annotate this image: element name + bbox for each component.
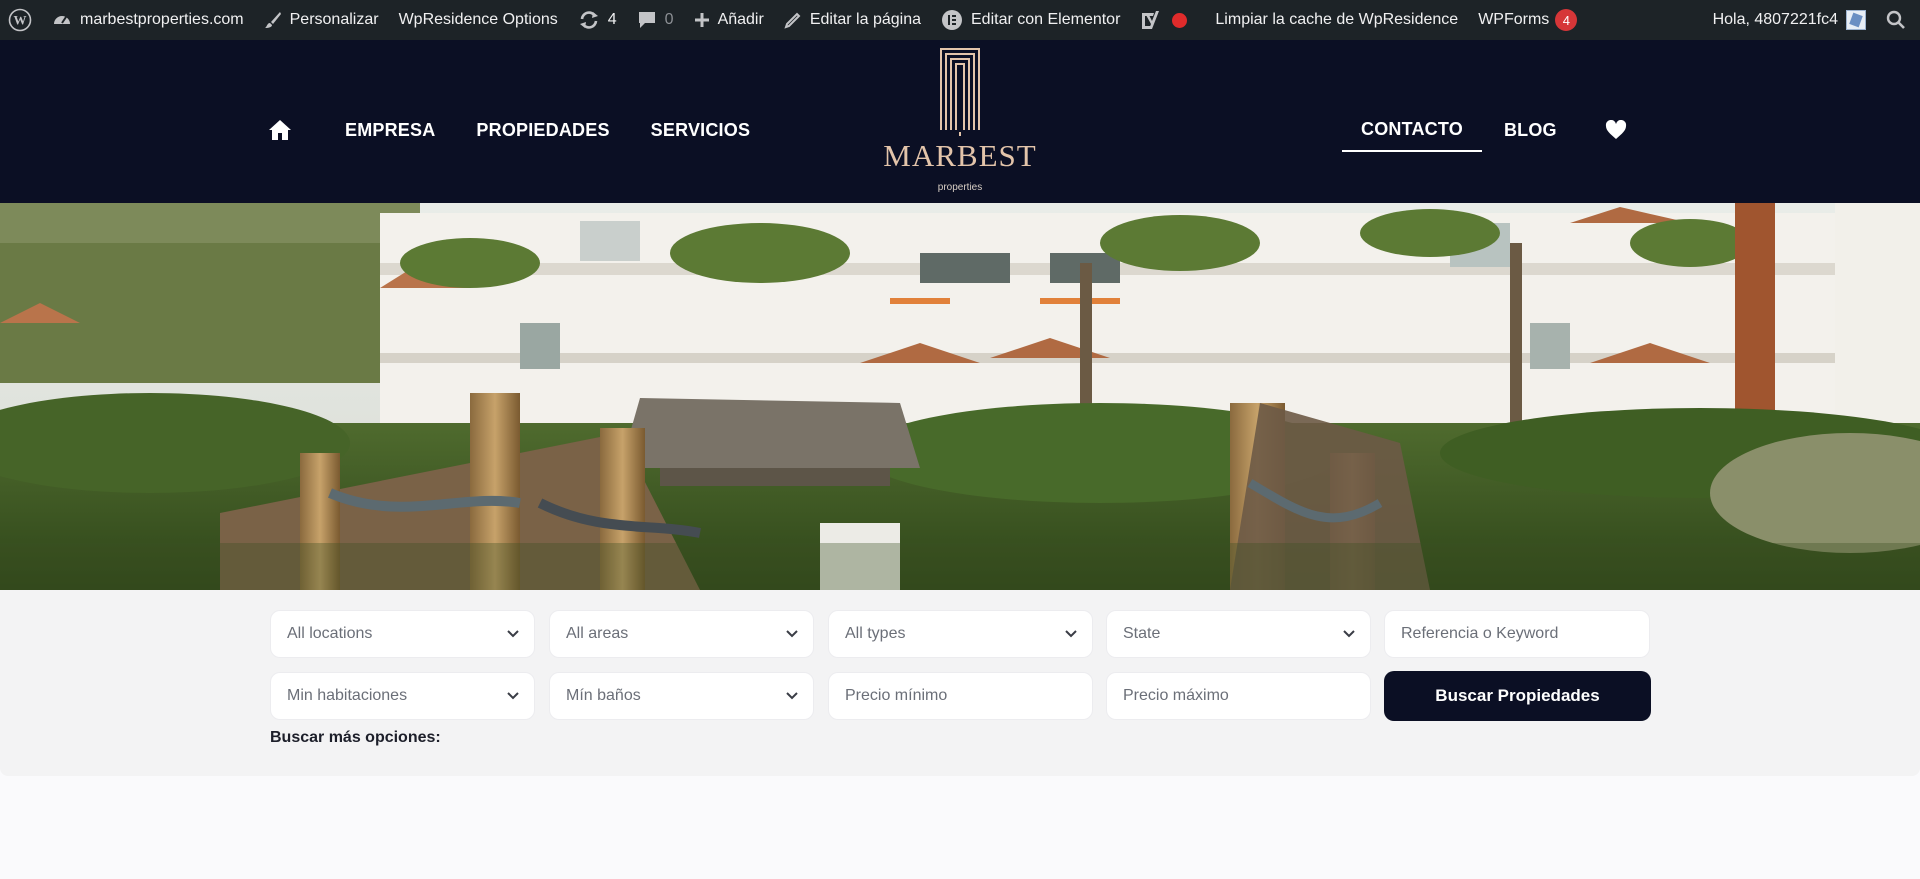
search-icon [1886,10,1906,30]
chevron-down-icon [1342,627,1356,646]
site-name: marbestproperties.com [80,11,244,28]
site-name-link[interactable]: marbestproperties.com [42,0,254,40]
property-search: All locations All areas All types State … [0,590,1920,776]
wpresidence-options-link[interactable]: WpResidence Options [389,0,568,40]
search-properties-button[interactable]: Buscar Propiedades [1384,671,1651,721]
min-price-input[interactable]: Precio mínimo [828,672,1093,720]
nav-blog[interactable]: BLOG [1504,108,1557,152]
more-options-link[interactable]: Buscar más opciones: [270,729,441,747]
chevron-down-icon [506,689,520,708]
add-new-link[interactable]: Añadir [684,0,774,40]
keyword-placeholder: Referencia o Keyword [1401,625,1559,642]
types-select[interactable]: All types [828,610,1093,658]
nav-contacto[interactable]: CONTACTO [1342,108,1482,152]
yoast-icon [1140,10,1160,30]
updates-count: 4 [607,11,617,28]
state-select[interactable]: State [1106,610,1371,658]
locations-value: All locations [287,625,373,642]
main-nav-right: CONTACTO BLOG [1342,108,1920,152]
seo-status-dot [1172,12,1188,28]
areas-value: All areas [566,625,629,642]
nav-empresa[interactable]: EMPRESA [345,108,435,152]
baths-value: Mín baños [566,687,641,704]
elementor-icon [941,9,963,31]
logo-mark-icon [940,48,980,136]
paintbrush-icon [264,11,282,29]
my-account-link[interactable]: Hola, 4807221fc4 [1703,0,1876,40]
locations-select[interactable]: All locations [270,610,535,658]
add-new-label: Añadir [717,11,764,28]
state-value: State [1123,625,1161,642]
wpforms-label: WPForms [1478,11,1550,28]
updates-link[interactable]: 4 [568,0,627,40]
greeting: Hola, 4807221fc4 [1712,11,1838,28]
favorites-heart-icon[interactable] [1605,108,1627,152]
clear-cache-link[interactable]: Limpiar la cache de WpResidence [1197,0,1468,40]
dashboard-icon [52,10,72,30]
main-nav-left: EMPRESA PROPIEDADES SERVICIOS [268,108,791,152]
chevron-down-icon [1064,627,1078,646]
hero-photo [0,203,1920,590]
comment-icon [637,10,657,30]
types-value: All types [845,625,906,642]
max-price-input[interactable]: Precio máximo [1106,672,1371,720]
home-icon[interactable] [268,108,292,152]
chevron-down-icon [785,627,799,646]
wpresidence-options-label: WpResidence Options [398,11,558,28]
edit-elementor-label: Editar con Elementor [971,11,1121,28]
nav-servicios[interactable]: SERVICIOS [651,108,751,152]
keyword-input[interactable]: Referencia o Keyword [1384,610,1650,658]
comments-count: 0 [664,11,674,28]
chevron-down-icon [506,627,520,646]
refresh-icon [578,10,600,30]
edit-page-link[interactable]: Editar la página [774,0,931,40]
baths-select[interactable]: Mín baños [549,672,814,720]
wpforms-link[interactable]: WPForms 4 [1468,0,1587,40]
site-header: EMPRESA PROPIEDADES SERVICIOS MARBEST pr… [0,40,1920,203]
edit-elementor-link[interactable]: Editar con Elementor [931,0,1130,40]
svg-text:W: W [14,13,27,28]
max-price-placeholder: Precio máximo [1123,687,1229,704]
rooms-value: Min habitaciones [287,687,408,704]
comments-link[interactable]: 0 [627,0,684,40]
chevron-down-icon [785,689,799,708]
clear-cache-label: Limpiar la cache de WpResidence [1215,11,1459,28]
rooms-select[interactable]: Min habitaciones [270,672,535,720]
plus-icon [694,12,710,28]
wpforms-count-badge: 4 [1555,9,1578,31]
logo-name: MARBEST [883,138,1037,173]
search-button[interactable] [1876,0,1920,40]
hero-image [0,203,1920,590]
areas-select[interactable]: All areas [549,610,814,658]
customize-link[interactable]: Personalizar [254,0,389,40]
customize-label: Personalizar [289,11,379,28]
nav-propiedades[interactable]: PROPIEDADES [476,108,609,152]
min-price-placeholder: Precio mínimo [845,687,948,704]
wordpress-logo-icon[interactable]: W [0,0,42,40]
avatar [1846,10,1866,30]
site-logo[interactable]: MARBEST properties [880,46,1040,196]
pencil-icon [784,11,802,29]
wp-admin-bar: W marbestproperties.com Personalizar WpR… [0,0,1920,40]
edit-page-label: Editar la página [809,11,921,28]
logo-tagline: properties [937,182,983,193]
yoast-seo-link[interactable] [1130,0,1197,40]
